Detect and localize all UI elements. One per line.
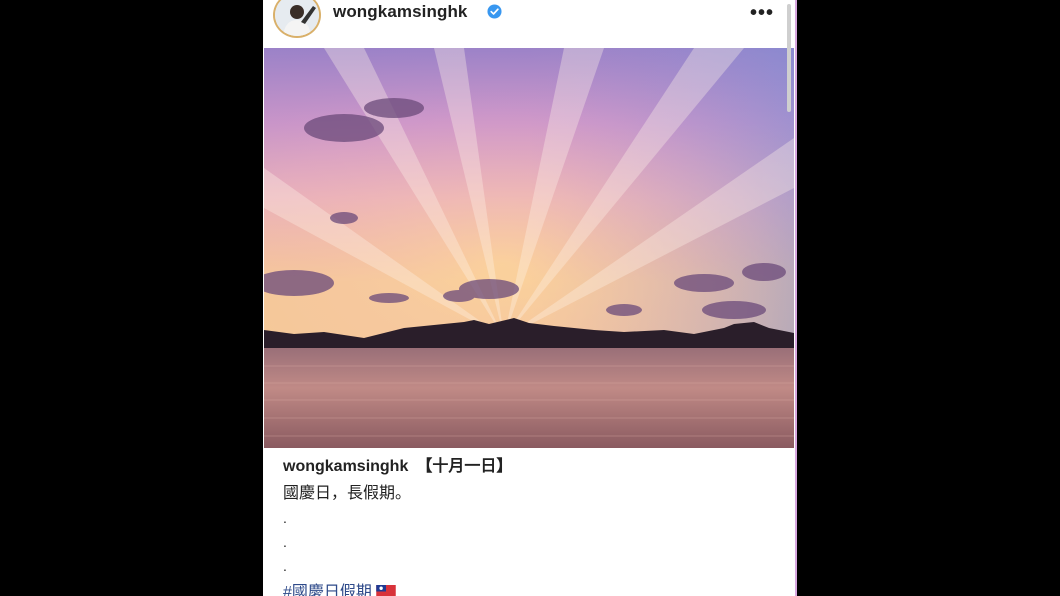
caption-hashtag-row: #國慶日假期 [283,578,396,596]
caption-dot: . [283,534,287,550]
caption-date-tag: 【十月一日】 [416,458,513,475]
scrollbar-thumb[interactable] [787,4,791,112]
frame-edge [795,0,797,596]
caption-first-line: wongkamsinghk 【十月一日】 [283,456,783,478]
post-caption: wongkamsinghk 【十月一日】 國慶日，長假期。 . . . [283,456,783,578]
profile-avatar[interactable] [273,0,321,38]
caption-dot: . [283,510,287,526]
more-options-icon[interactable]: ••• [750,2,774,25]
caption-username[interactable]: wongkamsinghk [283,458,408,475]
caption-text: 國慶日，長假期。 [283,485,412,502]
post-photo[interactable] [264,48,794,448]
taiwan-flag-icon [376,585,396,596]
post-header: wongkamsinghk ••• [263,0,795,46]
instagram-post: wongkamsinghk ••• wongkamsinghk 【十月一日】 國… [263,0,795,596]
hashtag-link[interactable]: #國慶日假期 [283,584,372,596]
post-username[interactable]: wongkamsinghk [333,2,468,22]
avatar-image [275,0,319,36]
caption-dot: . [283,558,287,574]
verified-badge-icon [487,4,502,19]
